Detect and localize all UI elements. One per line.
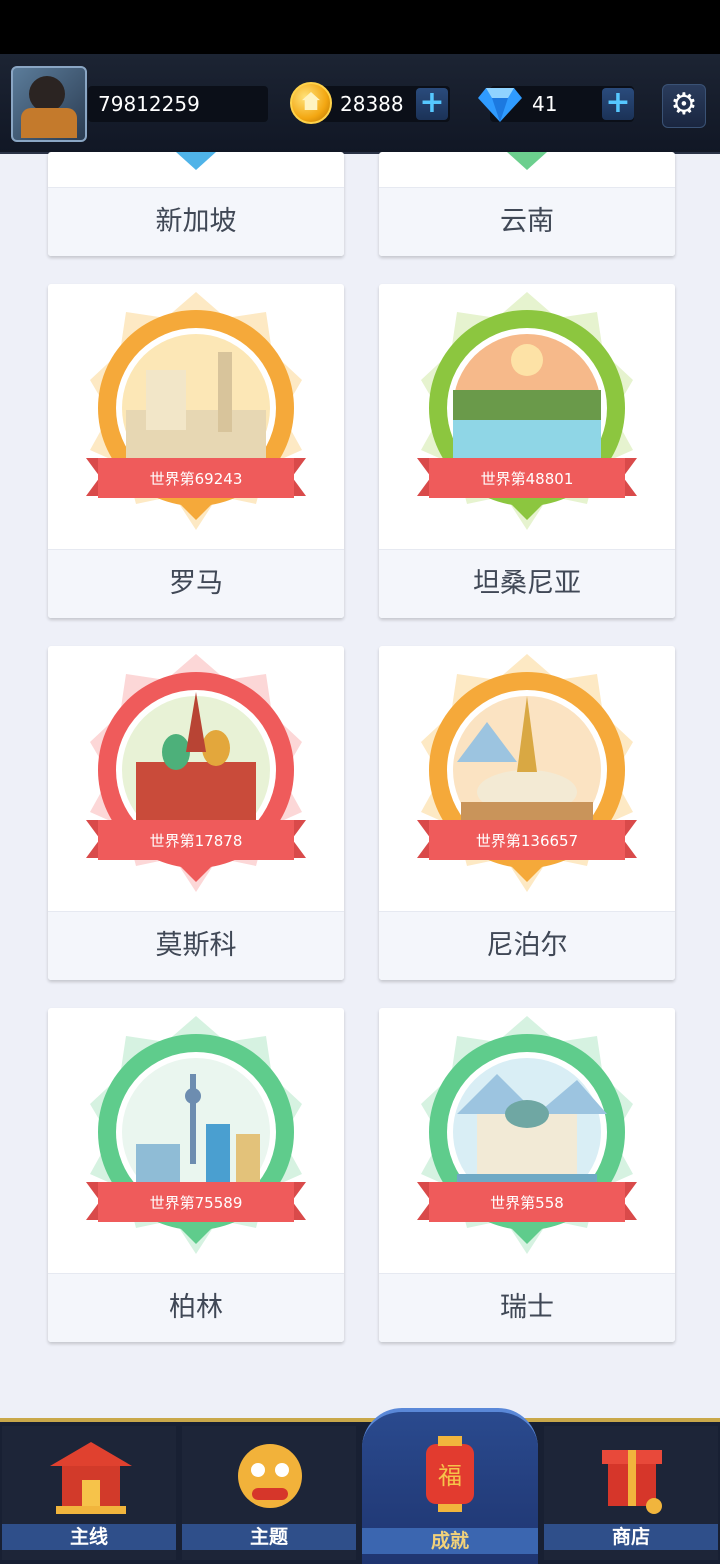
coin-icon xyxy=(290,82,332,124)
city-name: 罗马 xyxy=(48,549,344,618)
rank-text: 世界第558 xyxy=(490,1194,564,1212)
city-card-tanzania[interactable]: 世界第48801 坦桑尼亚 xyxy=(379,284,675,618)
tab-label: 主题 xyxy=(182,1524,356,1550)
rome-badge-icon: 世界第69243 xyxy=(86,292,306,530)
nepal-badge-icon: 世界第136657 xyxy=(417,654,637,892)
city-name: 尼泊尔 xyxy=(379,911,675,980)
add-gems-button[interactable]: + xyxy=(602,88,634,120)
tab-label: 商店 xyxy=(544,1524,718,1550)
rank-text: 世界第136657 xyxy=(476,832,578,850)
status-bar xyxy=(0,0,720,54)
rank-text: 世界第75589 xyxy=(150,1194,243,1212)
gem-count: 41 xyxy=(532,92,558,116)
city-name: 云南 xyxy=(379,187,675,256)
tanzania-badge-icon: 世界第48801 xyxy=(417,292,637,530)
gift-shop-icon xyxy=(602,1450,662,1514)
add-coins-button[interactable]: + xyxy=(416,88,448,120)
fu-lantern-icon: 福 xyxy=(426,1436,474,1512)
coin-count: 28388 xyxy=(340,92,404,116)
city-card-switzerland[interactable]: 世界第558 瑞士 xyxy=(379,1008,675,1342)
lion-dance-icon xyxy=(238,1444,302,1508)
switzerland-badge-icon: 世界第558 xyxy=(417,1016,637,1254)
city-card[interactable]: 云南 xyxy=(379,152,675,256)
city-card-rome[interactable]: 世界第69243 罗马 xyxy=(48,284,344,618)
rank-text: 世界第48801 xyxy=(481,470,574,488)
tab-theme[interactable]: 主题 xyxy=(182,1426,356,1560)
tab-label: 主线 xyxy=(2,1524,176,1550)
moscow-badge-icon: 世界第17878 xyxy=(86,654,306,892)
top-bar: 79812259 28388 + 41 + ⚙ xyxy=(0,54,720,154)
city-name: 新加坡 xyxy=(48,187,344,256)
city-name: 莫斯科 xyxy=(48,911,344,980)
avatar[interactable] xyxy=(11,66,87,142)
city-card[interactable]: 新加坡 xyxy=(48,152,344,256)
city-name: 瑞士 xyxy=(379,1273,675,1342)
city-card-nepal[interactable]: 世界第136657 尼泊尔 xyxy=(379,646,675,980)
tab-label: 成就 xyxy=(362,1528,538,1554)
rank-text: 世界第69243 xyxy=(150,470,243,488)
berlin-badge-icon: 世界第75589 xyxy=(86,1016,306,1254)
pagoda-icon xyxy=(50,1442,132,1514)
tab-main-line[interactable]: 主线 xyxy=(2,1426,176,1560)
bottom-nav: 主线 主题 福 成就 商店 xyxy=(0,1408,720,1564)
city-card-berlin[interactable]: 世界第75589 柏林 xyxy=(48,1008,344,1342)
badge-tip-icon xyxy=(507,152,547,170)
tab-shop[interactable]: 商店 xyxy=(544,1426,718,1560)
city-card-moscow[interactable]: 世界第17878 莫斯科 xyxy=(48,646,344,980)
diamond-icon xyxy=(478,88,522,122)
player-id: 79812259 xyxy=(88,86,268,122)
rank-text: 世界第17878 xyxy=(150,832,243,850)
badge-tip-icon xyxy=(176,152,216,170)
city-name: 柏林 xyxy=(48,1273,344,1342)
svg-text:福: 福 xyxy=(438,1462,462,1490)
tab-achievement[interactable]: 福 成就 xyxy=(362,1408,538,1564)
city-name: 坦桑尼亚 xyxy=(379,549,675,618)
gear-icon[interactable]: ⚙ xyxy=(662,84,706,128)
